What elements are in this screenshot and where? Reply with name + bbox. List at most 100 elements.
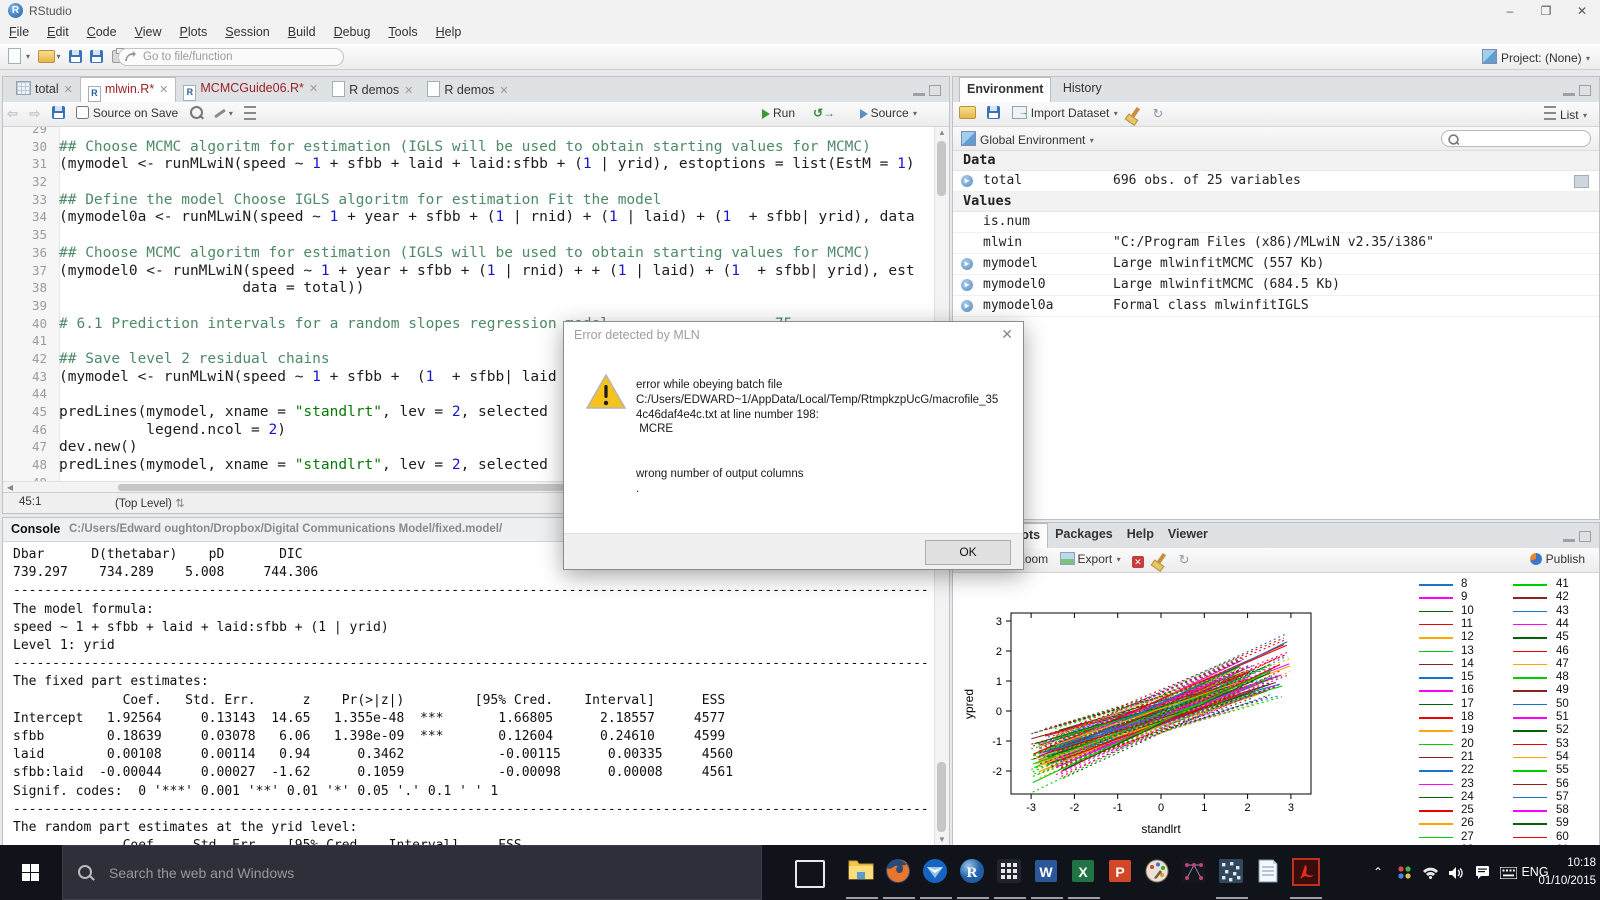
taskbar-app-powerpoint-icon[interactable]: P bbox=[1107, 858, 1135, 886]
env-object-mymodel0a[interactable]: ▶mymodel0aFormal class mlwinfitIGLS bbox=[953, 296, 1599, 317]
expand-icon[interactable]: ▶ bbox=[961, 175, 973, 187]
menu-item-code[interactable]: Code bbox=[78, 22, 126, 44]
pane-minmax-buttons[interactable] bbox=[1561, 529, 1591, 541]
environment-search-input[interactable] bbox=[1441, 130, 1591, 147]
legend-entry-24: 24 bbox=[1419, 791, 1499, 804]
remove-plot-icon[interactable]: ✕ bbox=[1132, 552, 1144, 568]
taskbar-app-word-icon[interactable]: W bbox=[1033, 858, 1061, 886]
find-icon[interactable] bbox=[190, 106, 203, 120]
tab-environment[interactable]: Environment bbox=[959, 77, 1051, 104]
expand-icon[interactable]: ▶ bbox=[961, 279, 973, 291]
scope-selector[interactable]: (Top Level) ⇅ bbox=[115, 496, 185, 510]
close-button[interactable]: ✕ bbox=[1564, 0, 1600, 22]
menu-item-build[interactable]: Build bbox=[279, 22, 325, 44]
back-icon[interactable]: ⇦ bbox=[7, 106, 18, 122]
taskbar-app-file-explorer-icon[interactable] bbox=[848, 858, 876, 886]
project-menu[interactable]: Project: (None) ▾ bbox=[1482, 49, 1590, 65]
task-view-button[interactable] bbox=[795, 860, 825, 888]
env-object-mlwin[interactable]: mlwin"C:/Program Files (x86)/MLwiN v2.35… bbox=[953, 233, 1599, 254]
open-file-button[interactable]: ▾ bbox=[38, 48, 60, 66]
console-scrollbar[interactable]: ▲ ▼ bbox=[934, 542, 949, 846]
compile-notebook-icon[interactable] bbox=[244, 106, 260, 122]
menu-item-debug[interactable]: Debug bbox=[325, 22, 380, 44]
taskbar-app-firefox-icon[interactable] bbox=[885, 858, 913, 886]
taskbar-app-paint-icon[interactable] bbox=[1144, 858, 1172, 886]
close-tab-icon[interactable]: ✕ bbox=[404, 85, 413, 97]
forward-icon[interactable]: ⇨ bbox=[29, 106, 40, 122]
tab-help[interactable]: Help bbox=[1120, 523, 1161, 547]
refresh-icon[interactable]: ↻ bbox=[1152, 106, 1163, 122]
touch-keyboard-icon[interactable] bbox=[1496, 845, 1520, 900]
tab-packages[interactable]: Packages bbox=[1048, 523, 1120, 547]
clear-plots-icon[interactable] bbox=[1155, 552, 1167, 566]
source-tab-r-demos[interactable]: R demos✕ bbox=[325, 77, 420, 101]
expand-icon[interactable]: ▶ bbox=[961, 300, 973, 312]
close-tab-icon[interactable]: ✕ bbox=[159, 84, 168, 96]
clock[interactable]: 10:18 01/10/2015 bbox=[1526, 854, 1596, 890]
run-button[interactable]: Run bbox=[762, 106, 795, 120]
refresh-plot-icon[interactable]: ↻ bbox=[1179, 552, 1190, 568]
taskbar-search-input[interactable]: Search the web and Windows bbox=[62, 845, 762, 900]
menu-item-tools[interactable]: Tools bbox=[379, 22, 426, 44]
taskbar-app-acrobat-icon[interactable] bbox=[1292, 858, 1320, 886]
list-view-button[interactable]: List ▾ bbox=[1544, 106, 1587, 122]
source-tab-mlwin-r-[interactable]: Rmlwin.R*✕ bbox=[80, 77, 177, 104]
pane-minmax-buttons[interactable] bbox=[911, 83, 941, 95]
source-button[interactable]: Source ▾ bbox=[860, 106, 917, 120]
maximize-button[interactable]: ❐ bbox=[1528, 0, 1564, 22]
tab-history[interactable]: History bbox=[1056, 77, 1109, 101]
save-workspace-icon[interactable] bbox=[987, 106, 1000, 120]
env-object-mymodel[interactable]: ▶mymodelLarge mlwinfitMCMC (557 Kb) bbox=[953, 254, 1599, 275]
new-file-button[interactable]: ▾ bbox=[8, 48, 30, 66]
ok-button[interactable]: OK bbox=[925, 540, 1011, 565]
save-button[interactable] bbox=[69, 48, 82, 66]
source-tab-r-demos[interactable]: R demos✕ bbox=[420, 77, 515, 101]
minimize-button[interactable]: – bbox=[1492, 0, 1528, 22]
tab-viewer[interactable]: Viewer bbox=[1161, 523, 1215, 547]
publish-button[interactable]: Publish bbox=[1530, 552, 1585, 566]
menu-item-help[interactable]: Help bbox=[427, 22, 471, 44]
notifications-icon[interactable] bbox=[1472, 845, 1492, 900]
taskbar-app-mlwin-grid-icon[interactable] bbox=[996, 858, 1024, 886]
env-object-mymodel0[interactable]: ▶mymodel0Large mlwinfitMCMC (684.5 Kb) bbox=[953, 275, 1599, 296]
menu-item-session[interactable]: Session bbox=[216, 22, 278, 44]
goto-file-input[interactable]: Go to file/function bbox=[118, 48, 344, 66]
start-button[interactable] bbox=[0, 845, 60, 900]
save-all-button[interactable] bbox=[90, 48, 103, 66]
menu-item-file[interactable]: File bbox=[0, 22, 38, 44]
taskbar-app-r-icon[interactable]: R bbox=[959, 858, 987, 886]
close-tab-icon[interactable]: ✕ bbox=[64, 84, 73, 96]
wifi-icon[interactable] bbox=[1420, 845, 1440, 900]
rerun-button[interactable]: ↺→ bbox=[813, 106, 835, 120]
close-tab-icon[interactable]: ✕ bbox=[499, 85, 508, 97]
export-plot-button[interactable]: Export ▾ bbox=[1060, 552, 1121, 566]
taskbar-app-thunderbird-icon[interactable] bbox=[922, 858, 950, 886]
menu-item-view[interactable]: View bbox=[126, 22, 171, 44]
source-tab-total[interactable]: total✕ bbox=[9, 77, 80, 101]
dialog-close-icon[interactable]: ✕ bbox=[1001, 326, 1013, 343]
expand-icon[interactable]: ▶ bbox=[961, 258, 973, 270]
volume-icon[interactable] bbox=[1446, 845, 1466, 900]
source-tab-mcmcguide06-r-[interactable]: RMCMCGuide06.R*✕ bbox=[176, 77, 325, 101]
tray-chevron-icon[interactable]: ⌃ bbox=[1368, 845, 1388, 900]
taskbar-app-sampler-dark-icon[interactable] bbox=[1218, 858, 1246, 886]
taskbar-app-notepad-icon[interactable] bbox=[1255, 858, 1283, 886]
tray-color-icon[interactable] bbox=[1394, 845, 1414, 900]
pane-minmax-buttons[interactable] bbox=[1561, 83, 1591, 95]
clear-workspace-icon[interactable] bbox=[1129, 106, 1141, 120]
save-source-button[interactable] bbox=[52, 106, 65, 120]
taskbar-app-excel-icon[interactable]: X bbox=[1070, 858, 1098, 886]
code-tools-icon[interactable]: ▾ bbox=[214, 106, 233, 120]
taskbar-app-mlwin-dark-icon[interactable] bbox=[1181, 858, 1209, 886]
source-on-save-checkbox[interactable]: Source on Save bbox=[76, 106, 178, 120]
import-dataset-button[interactable]: Import Dataset ▾ bbox=[1012, 106, 1118, 120]
close-tab-icon[interactable]: ✕ bbox=[309, 83, 318, 95]
env-object-is.num[interactable]: is.num bbox=[953, 212, 1599, 233]
menu-item-plots[interactable]: Plots bbox=[170, 22, 216, 44]
env-object-total[interactable]: ▶total696 obs. of 25 variables bbox=[953, 171, 1599, 192]
view-data-icon[interactable] bbox=[1574, 175, 1589, 188]
global-environment-dropdown[interactable]: Global Environment ▾ bbox=[961, 131, 1094, 147]
load-workspace-icon[interactable] bbox=[959, 106, 976, 120]
menu-item-edit[interactable]: Edit bbox=[38, 22, 78, 44]
console-output[interactable]: Dbar D(thetabar) pD DIC 739.297 734.289 … bbox=[13, 546, 931, 846]
